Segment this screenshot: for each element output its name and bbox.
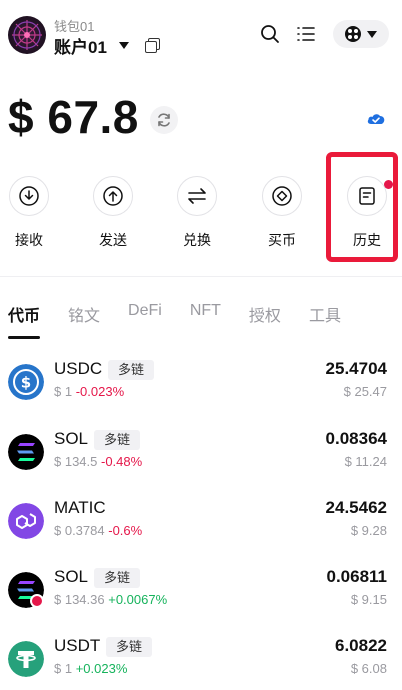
- token-price-line: $ 1 -0.023%: [54, 384, 124, 399]
- receive-label: 接收: [15, 232, 43, 248]
- usdt-icon: [8, 641, 44, 677]
- token-amount: 24.5462: [325, 498, 387, 517]
- chain-tag: 多链: [108, 360, 155, 380]
- token-price: $ 134.5: [54, 454, 98, 469]
- token-amount: 0.08364: [325, 429, 387, 448]
- token-symbol: SOL: [54, 429, 89, 448]
- token-row-usdc[interactable]: $ USDC 多链 $ 1 -0.023% 25.4704 $ 25.47: [0, 358, 402, 428]
- caret-down-icon: [118, 41, 129, 49]
- total-balance: $ 67.8: [8, 91, 139, 143]
- token-symbol: SOL: [54, 567, 89, 586]
- swap-icon: [177, 176, 217, 216]
- token-price-line: $ 0.3784 -0.6%: [54, 523, 142, 538]
- token-price-line: $ 134.5 -0.48%: [54, 454, 142, 469]
- copy-icon[interactable]: [144, 38, 160, 53]
- chain-tag: 多链: [94, 430, 141, 450]
- token-row-sol[interactable]: SOL 多链 $ 134.5 -0.48% 0.08364 $ 11.24: [0, 428, 402, 498]
- token-value: $ 9.15: [350, 592, 387, 607]
- receive-button[interactable]: 接收: [1, 176, 57, 256]
- matic-icon: [8, 503, 44, 539]
- buy-label: 买币: [268, 232, 296, 248]
- account-name: 账户01: [54, 37, 107, 57]
- token-change: -0.023%: [75, 384, 125, 399]
- section-divider: [0, 276, 402, 277]
- token-change: +0.023%: [75, 661, 128, 676]
- network-selector[interactable]: [333, 20, 389, 48]
- swap-label: 兑换: [183, 232, 211, 248]
- account-selector[interactable]: 账户01: [54, 34, 160, 57]
- token-amount: 6.0822: [335, 636, 387, 655]
- buy-icon: [262, 176, 302, 216]
- asset-tabs: 代币 铭文 DeFi NFT 授权 工具: [8, 302, 369, 326]
- token-amount: 25.4704: [325, 359, 387, 378]
- token-row-sol-2[interactable]: SOL 多链 $ 134.36 +0.0067% 0.06811 $ 9.15: [0, 566, 402, 636]
- token-change: -0.6%: [108, 523, 143, 538]
- send-label: 发送: [99, 232, 127, 248]
- tab-nft[interactable]: NFT: [190, 302, 221, 326]
- receive-icon: [9, 176, 49, 216]
- token-price: $ 134.36: [54, 592, 105, 607]
- token-value: $ 25.47: [343, 384, 387, 399]
- history-notification-dot: [384, 180, 393, 189]
- token-value: $ 9.28: [350, 523, 387, 538]
- tab-approvals[interactable]: 授权: [249, 302, 281, 326]
- active-tab-indicator: [8, 336, 40, 339]
- chevron-down-icon: [367, 30, 377, 38]
- token-row-matic[interactable]: MATIC $ 0.3784 -0.6% 24.5462 $ 9.28: [0, 497, 402, 567]
- usdc-icon: $: [8, 364, 44, 400]
- token-price: $ 1: [54, 661, 73, 676]
- token-symbol: USDT: [54, 636, 101, 655]
- menu-icon[interactable]: [296, 24, 316, 44]
- token-price: $ 1: [54, 384, 73, 399]
- token-row-usdt[interactable]: USDT 多链 $ 1 +0.023% 6.0822 $ 6.08: [0, 635, 402, 690]
- token-price: $ 0.3784: [54, 523, 105, 538]
- token-change: +0.0067%: [108, 592, 168, 607]
- history-highlight-box: [326, 152, 398, 262]
- token-amount: 0.06811: [326, 567, 387, 586]
- token-value: $ 11.24: [344, 454, 387, 469]
- tab-tokens[interactable]: 代币: [8, 302, 40, 326]
- buy-button[interactable]: 买币: [254, 176, 310, 256]
- swap-button[interactable]: 兑换: [169, 176, 225, 256]
- send-icon: [93, 176, 133, 216]
- token-price-line: $ 134.36 +0.0067%: [54, 592, 167, 607]
- search-icon[interactable]: [260, 24, 280, 44]
- network-icon: [345, 26, 361, 42]
- token-symbol: USDC: [54, 359, 103, 378]
- tab-tools[interactable]: 工具: [309, 302, 341, 326]
- token-change: -0.48%: [101, 454, 143, 469]
- chain-tag: 多链: [106, 637, 153, 657]
- refresh-icon[interactable]: [150, 106, 178, 134]
- tab-defi[interactable]: DeFi: [128, 302, 162, 326]
- avatar[interactable]: [8, 16, 46, 54]
- send-button[interactable]: 发送: [85, 176, 141, 256]
- svg-text:$: $: [21, 374, 31, 392]
- chain-badge-icon: [30, 594, 44, 608]
- chain-tag: 多链: [94, 568, 141, 588]
- tab-inscriptions[interactable]: 铭文: [68, 302, 100, 326]
- token-symbol: MATIC: [54, 498, 106, 517]
- header: 钱包01 账户01: [0, 0, 402, 70]
- cloud-check-icon[interactable]: [366, 110, 386, 126]
- token-price-line: $ 1 +0.023%: [54, 661, 127, 676]
- sol-icon: [8, 434, 44, 470]
- token-value: $ 6.08: [350, 661, 387, 676]
